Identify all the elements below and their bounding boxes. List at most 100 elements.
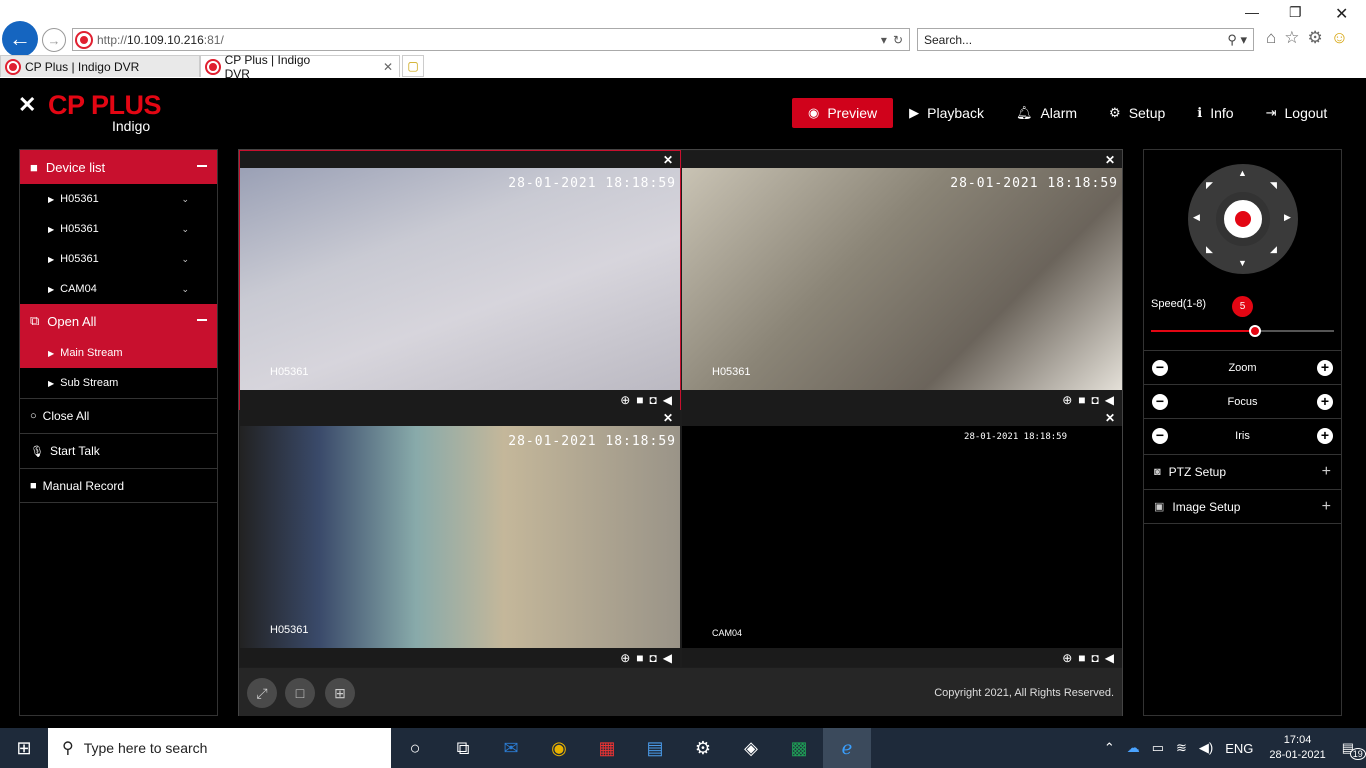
zoom-in-icon[interactable]: + [1317, 359, 1333, 376]
iris-minus-icon[interactable]: − [1152, 427, 1168, 444]
manual-record-button[interactable]: ■ Manual Record [20, 468, 217, 503]
ptz-direction-pad[interactable]: ▲ ▼ ◀ ▶ ◤ ◥ ◣ ◢ [1188, 164, 1298, 274]
snapshot-icon[interactable]: ◘ [650, 393, 657, 407]
zoom-icon[interactable]: ⊕ [1062, 651, 1072, 665]
close-icon[interactable]: ✕ [1105, 411, 1115, 425]
expand-plus-icon[interactable]: + [1322, 498, 1331, 516]
back-button[interactable]: ← [2, 21, 38, 57]
device-item[interactable]: ▶ H05361 ⌄ [20, 244, 217, 274]
close-all-button[interactable]: ○ Close All [20, 398, 217, 433]
snapshot-icon[interactable]: ◘ [1092, 393, 1099, 407]
ptz-upleft-icon[interactable]: ◤ [1206, 180, 1213, 191]
open-all-header[interactable]: ⧉ Open All [20, 304, 217, 338]
audio-icon[interactable]: ◀ [663, 651, 672, 665]
device-item[interactable]: ▶ CAM04 ⌄ [20, 274, 217, 304]
minimize-icon[interactable]: — [1245, 4, 1259, 20]
image-setup-item[interactable]: ▣ Image Setup + [1144, 489, 1341, 524]
ptz-left-icon[interactable]: ◀ [1193, 212, 1200, 223]
close-icon[interactable]: ✕ [1105, 153, 1115, 167]
record-icon[interactable]: ■ [636, 651, 643, 665]
restore-icon[interactable]: ❐ [1289, 4, 1302, 21]
chevron-down-icon[interactable]: ⌄ [181, 254, 189, 265]
record-icon[interactable]: ■ [1078, 651, 1085, 665]
address-bar[interactable]: http://10.109.10.216:81/ ▾ ↻ [72, 28, 910, 51]
video-cell-2[interactable]: ✕ 28-01-2021 18:18:59 H05361 ⊕ ■ ◘ ◀ [682, 151, 1122, 409]
taskbar-clock[interactable]: 17:04 28-01-2021 [1269, 733, 1325, 763]
ptz-right-icon[interactable]: ▶ [1284, 212, 1291, 223]
ptz-setup-item[interactable]: ◙ PTZ Setup + [1144, 454, 1341, 489]
new-tab-button[interactable]: ▢ [402, 55, 424, 77]
fullscreen-button[interactable]: ⤢ [247, 678, 277, 708]
device-list-header[interactable]: ■ Device list [20, 150, 217, 184]
stream-main[interactable]: ▶ Main Stream [20, 338, 217, 368]
zoom-icon[interactable]: ⊕ [620, 393, 630, 407]
collapse-icon[interactable] [197, 319, 207, 321]
focus-minus-icon[interactable]: − [1152, 393, 1168, 410]
speed-slider[interactable] [1151, 325, 1334, 337]
notifications-icon[interactable]: ▤ 19 [1342, 740, 1366, 760]
close-icon[interactable]: ✕ [663, 411, 673, 425]
ptz-down-icon[interactable]: ▼ [1238, 258, 1247, 268]
nav-preview[interactable]: ◉ Preview [792, 98, 894, 128]
browser-search-box[interactable]: Search... ⚲ ▾ [917, 28, 1254, 51]
speed-slider-handle[interactable] [1249, 325, 1262, 337]
task-view-button[interactable]: ⧉ [439, 728, 487, 768]
forward-button[interactable]: → [42, 28, 66, 52]
record-icon[interactable]: ■ [1078, 393, 1085, 407]
start-button[interactable]: ⊞ [0, 728, 48, 768]
chevron-down-icon[interactable]: ⌄ [181, 194, 189, 205]
snapshot-icon[interactable]: ◘ [1092, 651, 1099, 665]
zoom-out-icon[interactable]: − [1152, 359, 1168, 376]
ptz-center[interactable] [1216, 192, 1270, 246]
iris-plus-icon[interactable]: + [1317, 427, 1333, 444]
dropdown-icon[interactable]: ▾ [881, 33, 887, 47]
tally-app[interactable]: ▦ [583, 728, 631, 768]
single-view-button[interactable]: □ [285, 678, 315, 708]
language-indicator[interactable]: ENG [1225, 741, 1253, 756]
nav-alarm[interactable]: 🔔︎ Alarm [1000, 98, 1093, 128]
tab-close-icon[interactable]: ✕ [383, 60, 393, 74]
browser-tab-2[interactable]: CP Plus | Indigo DVR ✕ [200, 53, 400, 81]
nav-info[interactable]: ℹ Info [1181, 98, 1249, 128]
audio-icon[interactable]: ◀ [1105, 393, 1114, 407]
zoom-icon[interactable]: ⊕ [620, 651, 630, 665]
video-cell-3[interactable]: ✕ 28-01-2021 18:18:59 H05361 ⊕ ■ ◘ ◀ [240, 409, 680, 667]
battery-icon[interactable]: ▭ [1152, 740, 1164, 756]
taskbar-search[interactable]: ⚲ Type here to search [48, 728, 391, 768]
settings-app[interactable]: ⚙ [679, 728, 727, 768]
ptz-upright-icon[interactable]: ◥ [1270, 180, 1277, 191]
refresh-icon[interactable]: ↻ [893, 33, 903, 47]
chevron-down-icon[interactable]: ⌄ [181, 284, 189, 295]
focus-plus-icon[interactable]: + [1317, 393, 1333, 410]
favorites-star-icon[interactable]: ☆ [1284, 28, 1299, 48]
wifi-icon[interactable]: ≋ [1176, 740, 1187, 756]
stream-sub[interactable]: ▶ Sub Stream [20, 368, 217, 398]
ptz-downright-icon[interactable]: ◢ [1270, 244, 1277, 255]
ptz-up-icon[interactable]: ▲ [1238, 168, 1247, 178]
nav-playback[interactable]: ▶ Playback [893, 98, 1000, 128]
outlook-app[interactable]: ✉ [487, 728, 535, 768]
chevron-down-icon[interactable]: ⌄ [181, 224, 189, 235]
browser-tab-1[interactable]: CP Plus | Indigo DVR [0, 55, 200, 77]
quad-view-button[interactable]: ⊞ [325, 678, 355, 708]
device-item[interactable]: ▶ H05361 ⌄ [20, 214, 217, 244]
zoom-icon[interactable]: ⊕ [1062, 393, 1072, 407]
tray-chevron-up-icon[interactable]: ⌃ [1104, 740, 1115, 756]
ptz-downleft-icon[interactable]: ◣ [1206, 244, 1213, 255]
search-icon[interactable]: ⚲ ▾ [1227, 32, 1247, 48]
close-icon[interactable]: ✕ [663, 153, 673, 167]
device-item[interactable]: ▶ H05361 ⌄ [20, 184, 217, 214]
nav-setup[interactable]: ⚙ Setup [1093, 98, 1181, 128]
feedback-smiley-icon[interactable]: ☺ [1331, 28, 1348, 48]
snapshot-icon[interactable]: ◘ [650, 651, 657, 665]
video-cell-4[interactable]: ✕ 28-01-2021 18:18:59 CAM04 ⊕ ■ ◘ ◀ [682, 409, 1122, 667]
start-talk-button[interactable]: 🎙︎ Start Talk [20, 433, 217, 468]
excel-app[interactable]: ▩ [775, 728, 823, 768]
audio-icon[interactable]: ◀ [1105, 651, 1114, 665]
home-icon[interactable]: ⌂ [1266, 28, 1276, 48]
chrome-app[interactable]: ◉ [535, 728, 583, 768]
cortana-button[interactable]: ○ [391, 728, 439, 768]
audio-icon[interactable]: ◀ [663, 393, 672, 407]
remote-app[interactable]: ◈ [727, 728, 775, 768]
expand-plus-icon[interactable]: + [1322, 463, 1331, 481]
